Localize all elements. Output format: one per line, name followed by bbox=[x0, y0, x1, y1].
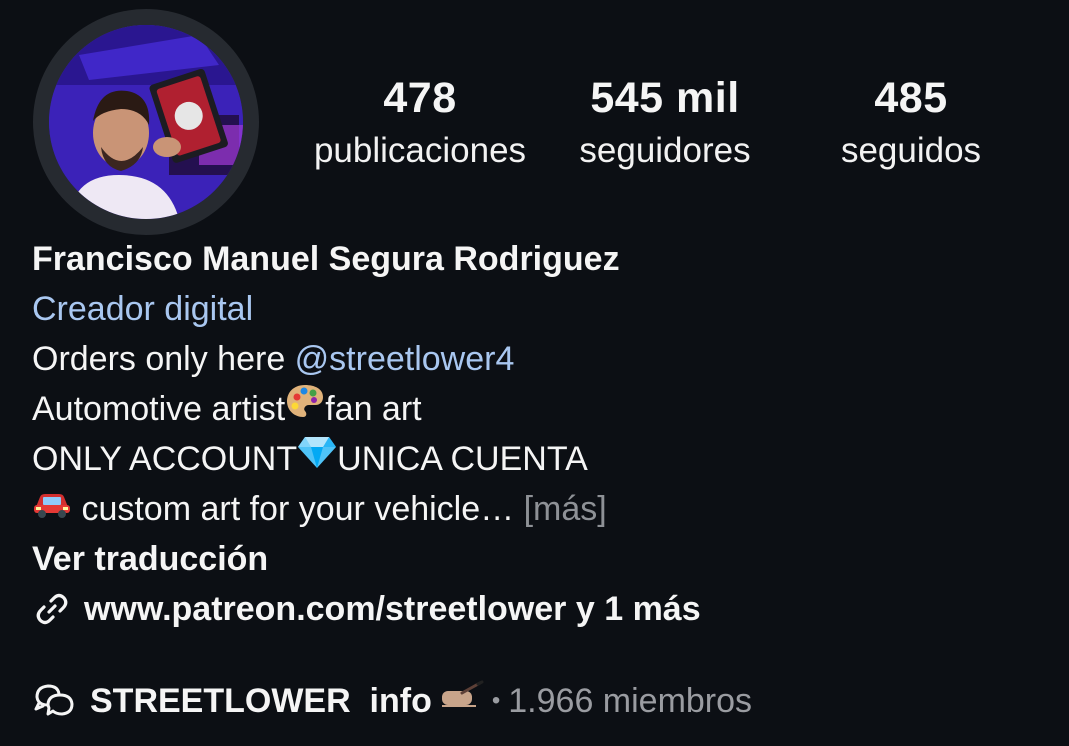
link-text: www.patreon.com/streetlower y 1 más bbox=[84, 590, 701, 628]
profile-category[interactable]: Creador digital bbox=[32, 284, 1052, 334]
bio-line-account: ONLY ACCOUNT UNICA CUENTA bbox=[32, 434, 1052, 484]
bio-line-orders: Orders only here @streetlower4 bbox=[32, 334, 1052, 384]
link-icon bbox=[36, 593, 68, 625]
profile-link[interactable]: www.patreon.com/streetlower y 1 más bbox=[32, 584, 1052, 634]
followers-label: seguidores bbox=[579, 131, 751, 170]
stat-followers[interactable]: 545 mil seguidores bbox=[579, 72, 750, 178]
channel-name: STREETLOWER info bbox=[90, 681, 432, 720]
following-label: seguidos bbox=[840, 131, 982, 170]
writing-hand-emoji bbox=[440, 679, 484, 718]
bio-line-artist: Automotive artist fan art bbox=[32, 384, 1052, 434]
translate-button[interactable]: Ver traducción bbox=[32, 534, 1052, 584]
bio-account-text: ONLY ACCOUNT bbox=[32, 440, 298, 478]
stat-posts[interactable]: 478 publicaciones bbox=[314, 72, 526, 178]
artist-palette-emoji bbox=[285, 383, 325, 433]
bio-orders-text: Orders only here bbox=[32, 340, 295, 378]
avatar[interactable] bbox=[49, 25, 243, 219]
bio-unica-text: UNICA CUENTA bbox=[337, 440, 588, 478]
channel-members: 1.966 miembros bbox=[508, 681, 753, 720]
profile-photo bbox=[49, 25, 243, 219]
following-count: 485 bbox=[874, 74, 948, 122]
car-emoji bbox=[32, 483, 72, 533]
profile-bio: Francisco Manuel Segura Rodriguez Creado… bbox=[32, 234, 1052, 634]
avatar-ring[interactable] bbox=[33, 9, 259, 235]
posts-label: publicaciones bbox=[313, 131, 527, 170]
followers-count: 545 mil bbox=[590, 74, 740, 122]
stat-following[interactable]: 485 seguidos bbox=[841, 72, 981, 178]
more-button[interactable]: [más] bbox=[524, 490, 607, 528]
profile-name: Francisco Manuel Segura Rodriguez bbox=[32, 240, 620, 278]
bio-custom-text: custom art for your vehicle… bbox=[72, 490, 524, 528]
separator-dot: • bbox=[491, 687, 501, 714]
broadcast-chat-icon bbox=[34, 684, 74, 716]
bio-artist-text: Automotive artist bbox=[32, 390, 286, 428]
bio-line-custom: custom art for your vehicle… [más] bbox=[32, 484, 1052, 534]
profile-stats: 478 publicaciones 545 mil seguidores 485… bbox=[300, 72, 1020, 182]
posts-count: 478 bbox=[383, 74, 457, 122]
broadcast-channel[interactable]: STREETLOWER info • 1.966 miembros bbox=[32, 676, 752, 726]
bio-fanart-text: fan art bbox=[325, 390, 422, 428]
gem-emoji bbox=[297, 433, 337, 483]
mention-link[interactable]: @streetlower4 bbox=[295, 340, 515, 378]
